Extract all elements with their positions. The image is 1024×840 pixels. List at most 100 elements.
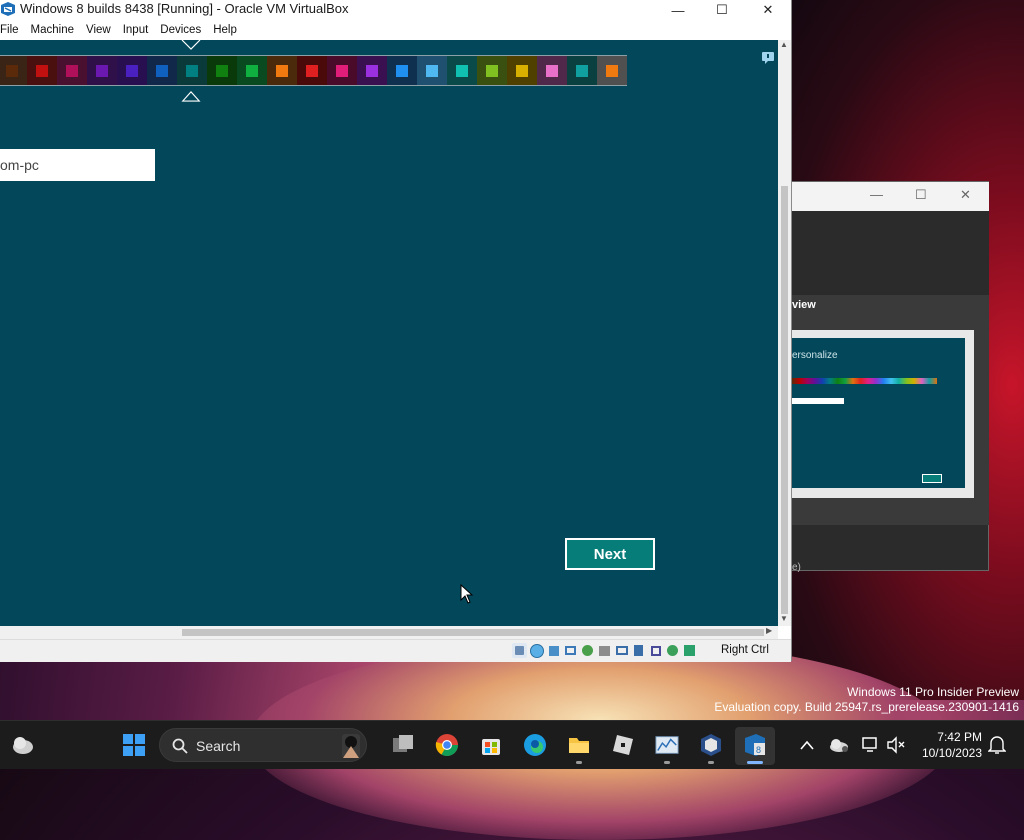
color-swatch[interactable]	[117, 56, 147, 85]
maximize-icon[interactable]: ☐	[915, 187, 927, 203]
optical-drive-icon[interactable]	[529, 643, 544, 658]
usb-icon[interactable]	[580, 643, 595, 658]
search-label: Search	[196, 738, 241, 754]
color-swatch[interactable]	[597, 56, 627, 85]
color-swatch[interactable]	[27, 56, 57, 85]
network-tray-icon[interactable]	[859, 733, 883, 757]
virtualbox-window[interactable]: Windows 8 builds 8438 [Running] - Oracle…	[0, 0, 792, 662]
color-swatch-chip	[516, 64, 528, 77]
menu-help[interactable]: Help	[207, 24, 243, 36]
color-swatch[interactable]	[507, 56, 537, 85]
vm-thumbnail[interactable]: ersonalize	[792, 330, 974, 498]
color-swatch[interactable]	[327, 56, 357, 85]
color-swatch[interactable]	[567, 56, 597, 85]
edge-icon[interactable]	[523, 733, 547, 757]
color-swatch[interactable]	[417, 56, 447, 85]
maximize-button[interactable]: ☐	[699, 0, 745, 20]
color-swatch[interactable]	[387, 56, 417, 85]
selector-down-arrow-icon	[181, 40, 201, 50]
minimize-button[interactable]: —	[655, 0, 701, 20]
thumbnail-title: ersonalize	[792, 350, 838, 361]
menu-devices[interactable]: Devices	[154, 24, 207, 36]
mouse-integration-icon[interactable]	[665, 643, 680, 658]
color-swatch[interactable]	[0, 56, 27, 85]
onedrive-icon[interactable]	[826, 733, 850, 757]
host-key-label: Right Ctrl	[721, 644, 769, 656]
vm-thumbnail-screen: ersonalize	[792, 338, 965, 488]
vertical-scroll-thumb[interactable]	[781, 186, 788, 614]
color-swatch-chip	[486, 64, 498, 77]
color-swatch[interactable]	[207, 56, 237, 85]
color-swatch[interactable]	[177, 56, 207, 85]
taskbar-search[interactable]: Search	[159, 728, 367, 762]
next-button[interactable]: Next	[565, 538, 655, 570]
search-highlight-icon	[342, 734, 360, 758]
guest-display[interactable]: om-pc Next	[0, 40, 778, 626]
color-swatch-chip	[336, 64, 348, 77]
scroll-up-icon[interactable]: ▲	[780, 40, 788, 49]
color-swatch[interactable]	[447, 56, 477, 85]
running-indicator	[664, 761, 670, 764]
cpu-icon[interactable]	[648, 643, 663, 658]
background-window-footer: e)	[792, 562, 801, 573]
recording-icon[interactable]	[631, 643, 646, 658]
file-explorer-icon[interactable]	[567, 733, 591, 757]
color-swatch-chip	[126, 64, 138, 77]
scroll-down-icon[interactable]: ▼	[780, 614, 788, 623]
color-swatch[interactable]	[357, 56, 387, 85]
vertical-scrollbar[interactable]: ▲ ▼	[778, 40, 791, 626]
color-swatch[interactable]	[87, 56, 117, 85]
background-window-titlebar[interactable]: — ☐ ✕	[792, 182, 989, 211]
resource-monitor-icon[interactable]	[655, 733, 679, 757]
horizontal-scrollbar[interactable]: ▶	[0, 626, 778, 639]
scroll-right-icon[interactable]: ▶	[766, 626, 772, 635]
feedback-icon[interactable]	[761, 51, 775, 65]
menu-file[interactable]: File	[0, 24, 25, 36]
display-icon[interactable]	[614, 643, 629, 658]
color-swatch[interactable]	[147, 56, 177, 85]
roblox-icon[interactable]	[611, 733, 635, 757]
store-icon[interactable]	[479, 733, 503, 757]
keyboard-capture-icon[interactable]	[682, 643, 697, 658]
shared-folders-icon[interactable]	[597, 643, 612, 658]
status-icons	[512, 643, 697, 658]
system-clock[interactable]: 7:42 PM 10/10/2023	[918, 729, 982, 761]
hard-disk-icon[interactable]	[512, 643, 527, 658]
menu-bar: File Machine View Input Devices Help	[0, 20, 791, 40]
menu-machine[interactable]: Machine	[25, 24, 80, 36]
selector-up-arrow-icon	[181, 91, 201, 102]
minimize-icon[interactable]: —	[870, 187, 883, 202]
color-swatch[interactable]	[57, 56, 87, 85]
color-swatch[interactable]	[237, 56, 267, 85]
close-icon[interactable]: ✕	[960, 187, 971, 203]
color-swatch[interactable]	[537, 56, 567, 85]
close-button[interactable]: ✕	[745, 0, 791, 20]
menu-view[interactable]: View	[80, 24, 117, 36]
network-icon[interactable]	[563, 643, 578, 658]
status-bar: Right Ctrl	[0, 639, 791, 662]
window-titlebar[interactable]: Windows 8 builds 8438 [Running] - Oracle…	[0, 0, 791, 20]
color-swatch[interactable]	[477, 56, 507, 85]
vm-window-icon[interactable]: 8	[743, 733, 767, 757]
start-icon[interactable]	[122, 733, 146, 757]
weather-icon[interactable]	[11, 733, 35, 757]
background-window-body	[792, 211, 989, 295]
background-window[interactable]: — ☐ ✕ view ersonalize e)	[791, 181, 989, 573]
color-swatch-chip	[426, 64, 438, 77]
task-view-icon[interactable]	[391, 733, 415, 757]
clock-date: 10/10/2023	[921, 746, 982, 760]
volume-muted-icon[interactable]	[884, 733, 908, 757]
horizontal-scroll-thumb[interactable]	[182, 629, 764, 636]
clock-time: 7:42 PM	[937, 730, 982, 744]
color-swatch[interactable]	[267, 56, 297, 85]
pc-name-input[interactable]: om-pc	[0, 149, 155, 181]
color-swatch-chip	[606, 64, 618, 77]
color-swatch-chip	[66, 64, 78, 77]
virtualbox-icon[interactable]	[699, 733, 723, 757]
chrome-icon[interactable]	[435, 733, 459, 757]
audio-icon[interactable]	[546, 643, 561, 658]
notifications-icon[interactable]	[985, 733, 1009, 757]
menu-input[interactable]: Input	[117, 24, 155, 36]
color-swatch[interactable]	[297, 56, 327, 85]
show-hidden-icons-icon[interactable]	[795, 733, 819, 757]
